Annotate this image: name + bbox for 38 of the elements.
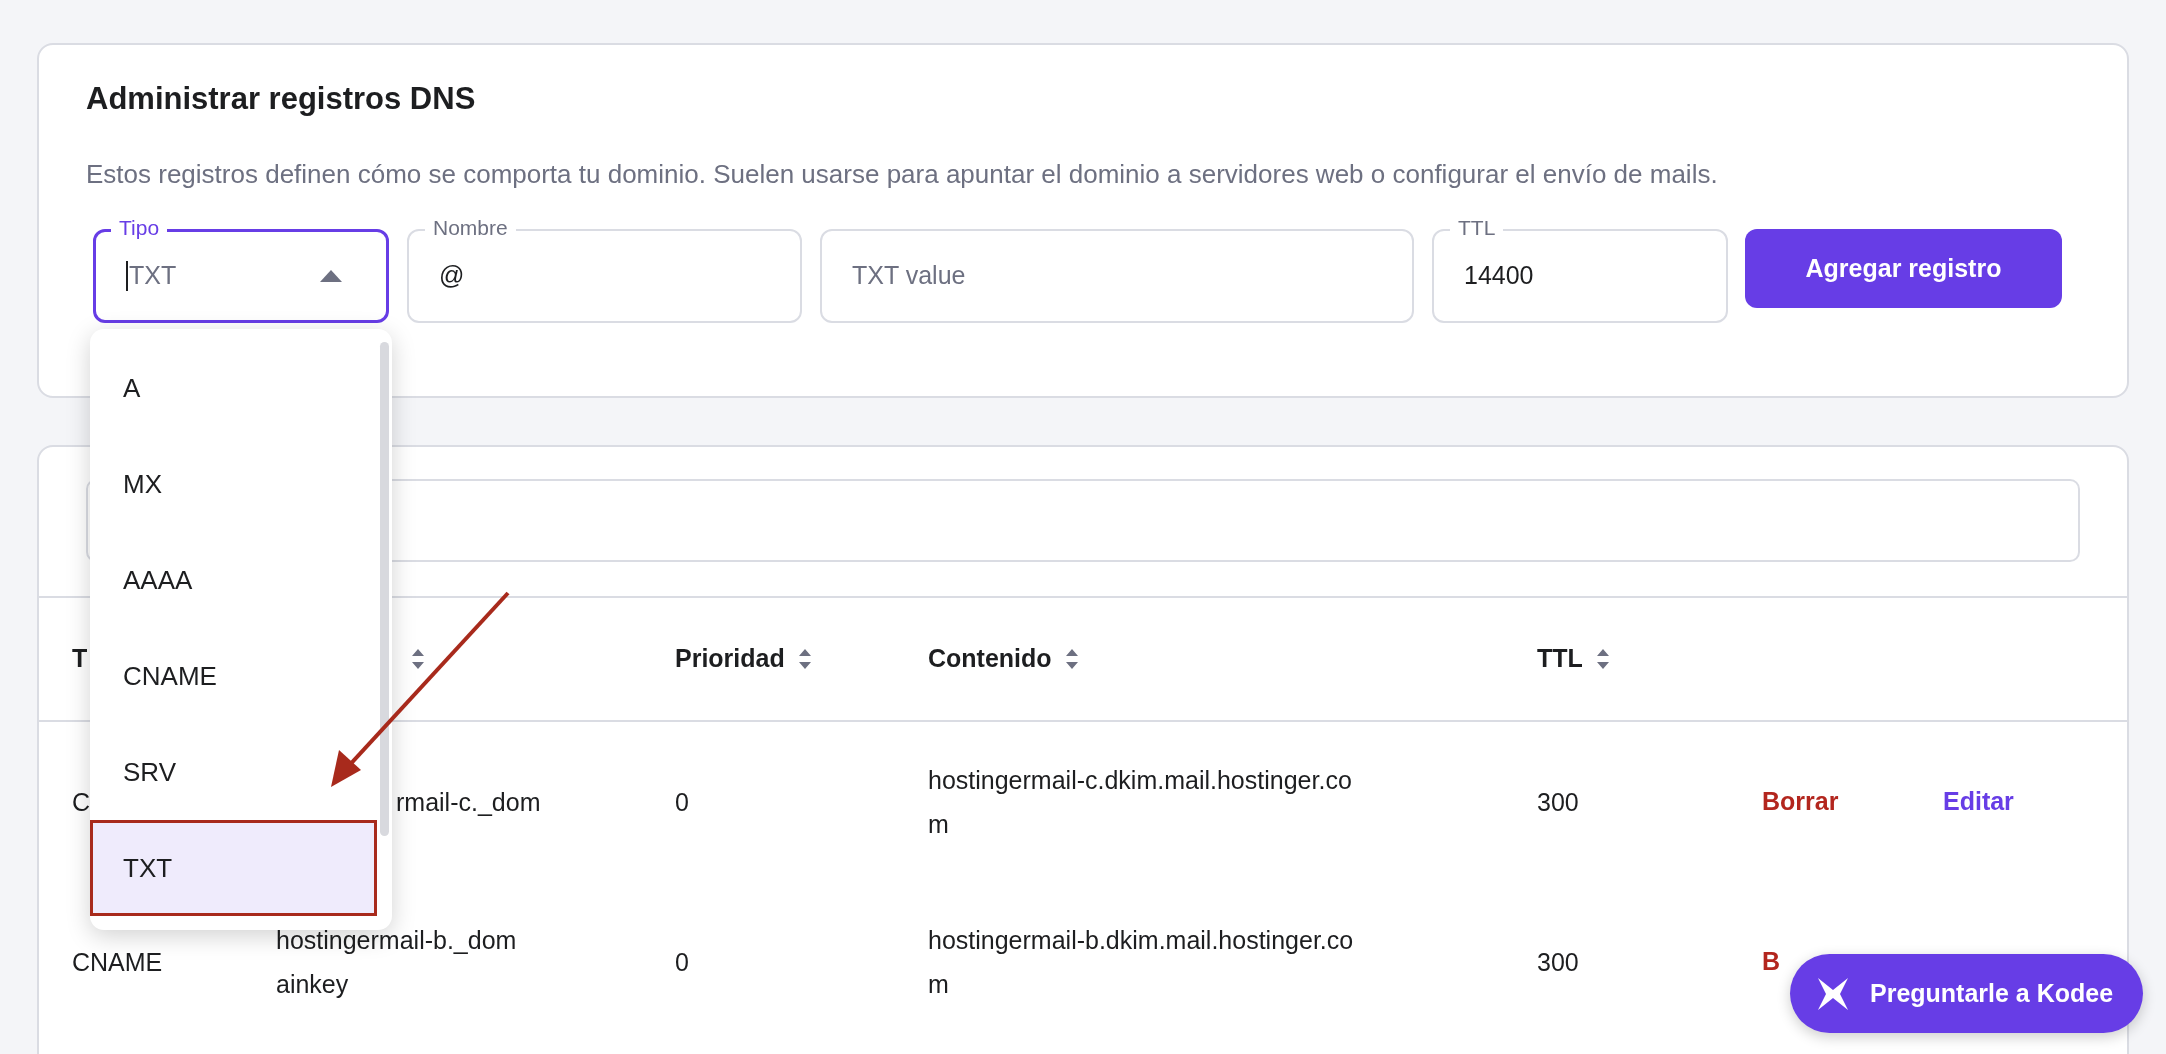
select-value: TXT bbox=[129, 260, 177, 292]
column-header: TTL bbox=[1537, 643, 1583, 675]
dropdown-option[interactable]: A bbox=[90, 340, 377, 436]
assistant-button[interactable]: Preguntarle a Kodee bbox=[1790, 954, 2144, 1033]
scrollbar[interactable] bbox=[380, 342, 389, 836]
dropdown-option[interactable]: SRV bbox=[90, 724, 377, 820]
column-header: Contenido bbox=[928, 643, 1052, 675]
table-cell-text: 0 bbox=[675, 787, 690, 818]
field-value: 14400 bbox=[1464, 260, 1534, 292]
dropdown-option[interactable]: MX bbox=[90, 436, 377, 532]
card-title: Administrar registros DNS bbox=[86, 80, 477, 118]
caret-up-icon bbox=[320, 270, 342, 282]
sort-icon[interactable] bbox=[410, 648, 426, 670]
table-cell-text: hostingermail-b._dom ainkey bbox=[276, 925, 518, 1000]
delete-link[interactable]: B bbox=[1762, 947, 1781, 976]
field-value: @ bbox=[439, 260, 465, 292]
table-cell-text: hostingermail-b.dkim.mail.hostinger.co m bbox=[928, 925, 1355, 1000]
sort-icon[interactable] bbox=[1063, 648, 1080, 670]
add-record-button[interactable]: Agregar registro bbox=[1745, 229, 2062, 308]
dropdown-option[interactable]: TXT bbox=[90, 820, 377, 916]
table-cell-text: 300 bbox=[1537, 947, 1580, 978]
table-cell-text: 300 bbox=[1537, 787, 1580, 818]
table-cell-text: hostingermail-c.dkim.mail.hostinger.co m bbox=[928, 765, 1353, 840]
table-cell-text: CNAME bbox=[72, 947, 164, 978]
dropdown-option[interactable]: AAAA bbox=[90, 532, 377, 628]
edit-link[interactable]: Editar bbox=[1943, 787, 2014, 816]
card-description: Estos registros definen cómo se comporta tu dominio. Suelen usarse para apuntar el dominio a servidores web o configurar el envío de mails. bbox=[86, 158, 1719, 191]
input-field[interactable]: TXT value bbox=[820, 229, 1414, 323]
sort-icon[interactable] bbox=[796, 648, 813, 670]
table-cell-text: 0 bbox=[675, 947, 690, 978]
table-cell-text: rmail-c._dom bbox=[396, 787, 542, 818]
table-cell-text: C bbox=[72, 787, 92, 818]
delete-link[interactable]: Borrar bbox=[1762, 787, 1839, 816]
field-placeholder: TXT value bbox=[852, 260, 966, 292]
column-header: Prioridad bbox=[675, 643, 785, 675]
sort-icon[interactable] bbox=[1594, 648, 1611, 670]
dropdown-option[interactable]: CNAME bbox=[90, 628, 377, 724]
column-header: T bbox=[72, 643, 88, 675]
